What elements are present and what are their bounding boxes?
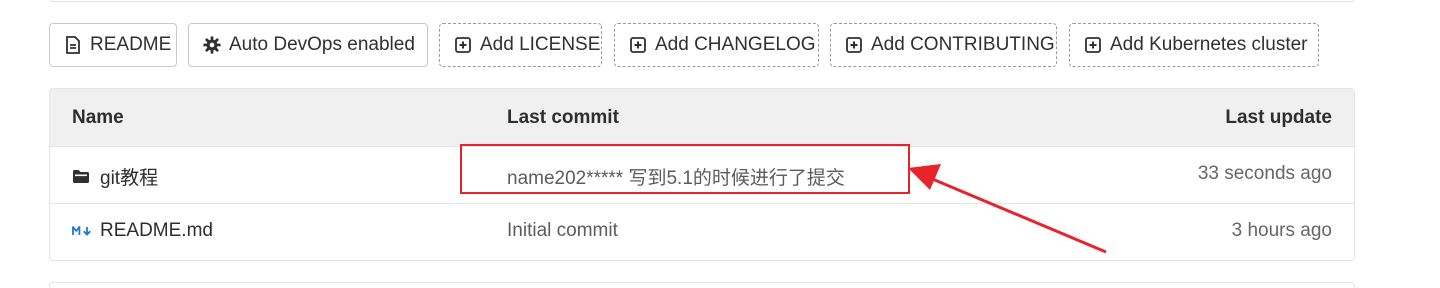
add-changelog-button-label: Add CHANGELOG [655, 34, 816, 55]
folder-icon [72, 169, 94, 184]
add-contributing-button-label: Add CONTRIBUTING [871, 34, 1055, 55]
column-header-name: Name [72, 107, 124, 128]
table-row[interactable]: README.md Initial commit 3 hours ago [50, 204, 1354, 260]
markdown-icon [72, 225, 94, 237]
gear-icon [203, 36, 221, 54]
table-row[interactable]: git教程 name202***** 写到5.1的时候进行了提交 33 seco… [50, 147, 1354, 204]
file-name-link[interactable]: README.md [100, 220, 213, 242]
auto-devops-button-label: Auto DevOps enabled [229, 34, 415, 55]
add-license-button-label: Add LICENSE [480, 34, 601, 55]
table-header: Name Last commit Last update [50, 89, 1354, 147]
commit-message-link[interactable]: Initial commit [507, 220, 618, 242]
commit-message-link[interactable]: name202***** 写到5.1的时候进行了提交 [507, 163, 845, 190]
add-contributing-button[interactable]: Add CONTRIBUTING [830, 23, 1057, 67]
folder-name-link[interactable]: git教程 [100, 163, 158, 190]
add-kubernetes-cluster-button-label: Add Kubernetes cluster [1110, 34, 1308, 55]
file-text-icon [64, 36, 82, 54]
file-name-cell[interactable]: git教程 [72, 163, 158, 190]
plus-square-icon [629, 36, 647, 54]
column-header-last-commit: Last commit [507, 107, 619, 128]
add-changelog-button[interactable]: Add CHANGELOG [614, 23, 819, 67]
column-header-last-update: Last update [1225, 107, 1332, 128]
plus-square-icon [845, 36, 863, 54]
file-name-cell[interactable]: README.md [72, 220, 213, 242]
last-update-time: 33 seconds ago [1197, 163, 1332, 184]
repository-files-table: Name Last commit Last update git教程 name2… [49, 88, 1355, 261]
auto-devops-button[interactable]: Auto DevOps enabled [188, 23, 428, 67]
plus-square-icon [1084, 36, 1102, 54]
next-panel-edge [49, 282, 1355, 288]
add-license-button[interactable]: Add LICENSE [439, 23, 602, 67]
last-update-time: 3 hours ago [1231, 220, 1332, 241]
add-kubernetes-cluster-button[interactable]: Add Kubernetes cluster [1069, 23, 1319, 67]
previous-panel-edge [49, 0, 1355, 2]
plus-square-icon [454, 36, 472, 54]
readme-button[interactable]: README [49, 23, 177, 67]
readme-button-label: README [90, 34, 172, 55]
